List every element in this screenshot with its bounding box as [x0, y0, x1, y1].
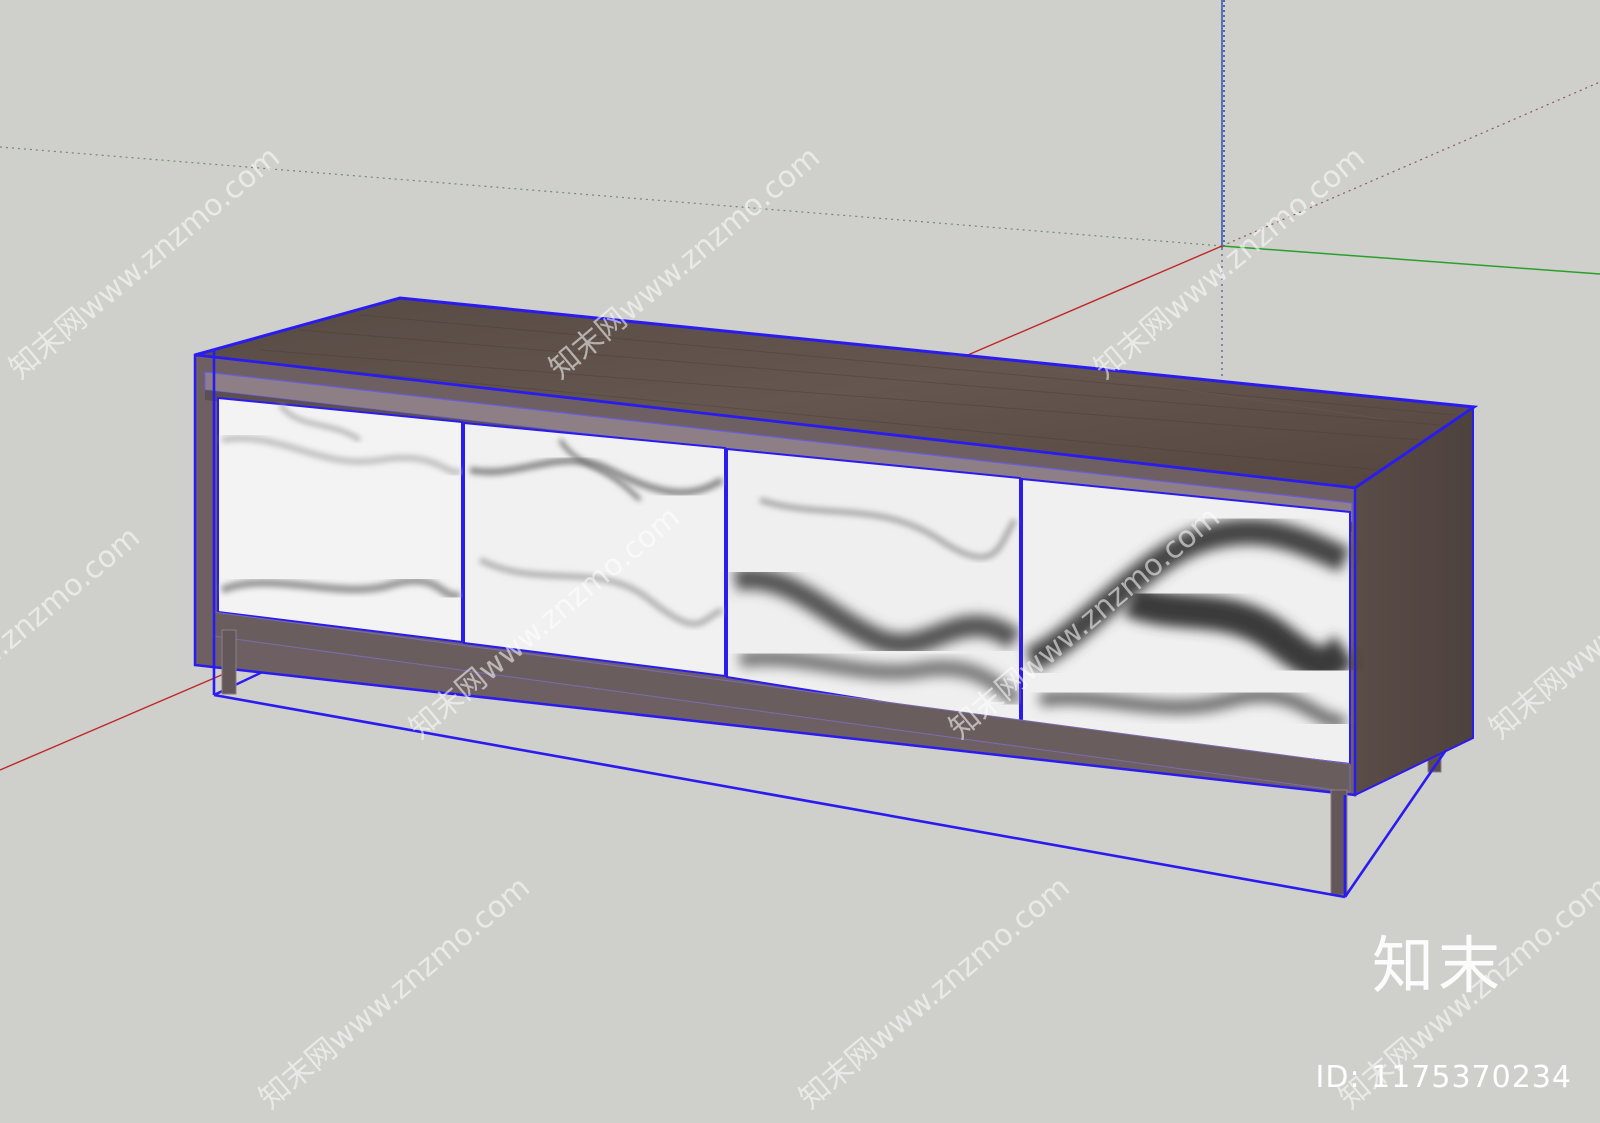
model-canvas[interactable]: 知末网www.znzmo.com 知末网www.znzmo.com 知末网www…: [0, 0, 1600, 1123]
watermark-text: 知末网www.znzmo.com: [793, 870, 1077, 1116]
green-axis: [1221, 245, 1600, 275]
watermark-text: 知末网www.znzmo.com: [1483, 500, 1600, 746]
leg-front-left: [221, 629, 237, 695]
door-1[interactable]: [217, 396, 463, 644]
watermark-text: 知末网www.znzmo.com: [253, 870, 537, 1116]
brand-watermark: 知末: [1371, 929, 1504, 1002]
sketchup-viewport[interactable]: 知末网www.znzmo.com 知末网www.znzmo.com 知末网www…: [0, 0, 1600, 1123]
watermark-text: 知末网www.znzmo.com: [1088, 140, 1372, 386]
watermark-text: 知末网www.znzmo.com: [0, 520, 147, 766]
model-id-label: ID: 1175370234: [1315, 1060, 1572, 1095]
door-3[interactable]: [726, 447, 1023, 726]
